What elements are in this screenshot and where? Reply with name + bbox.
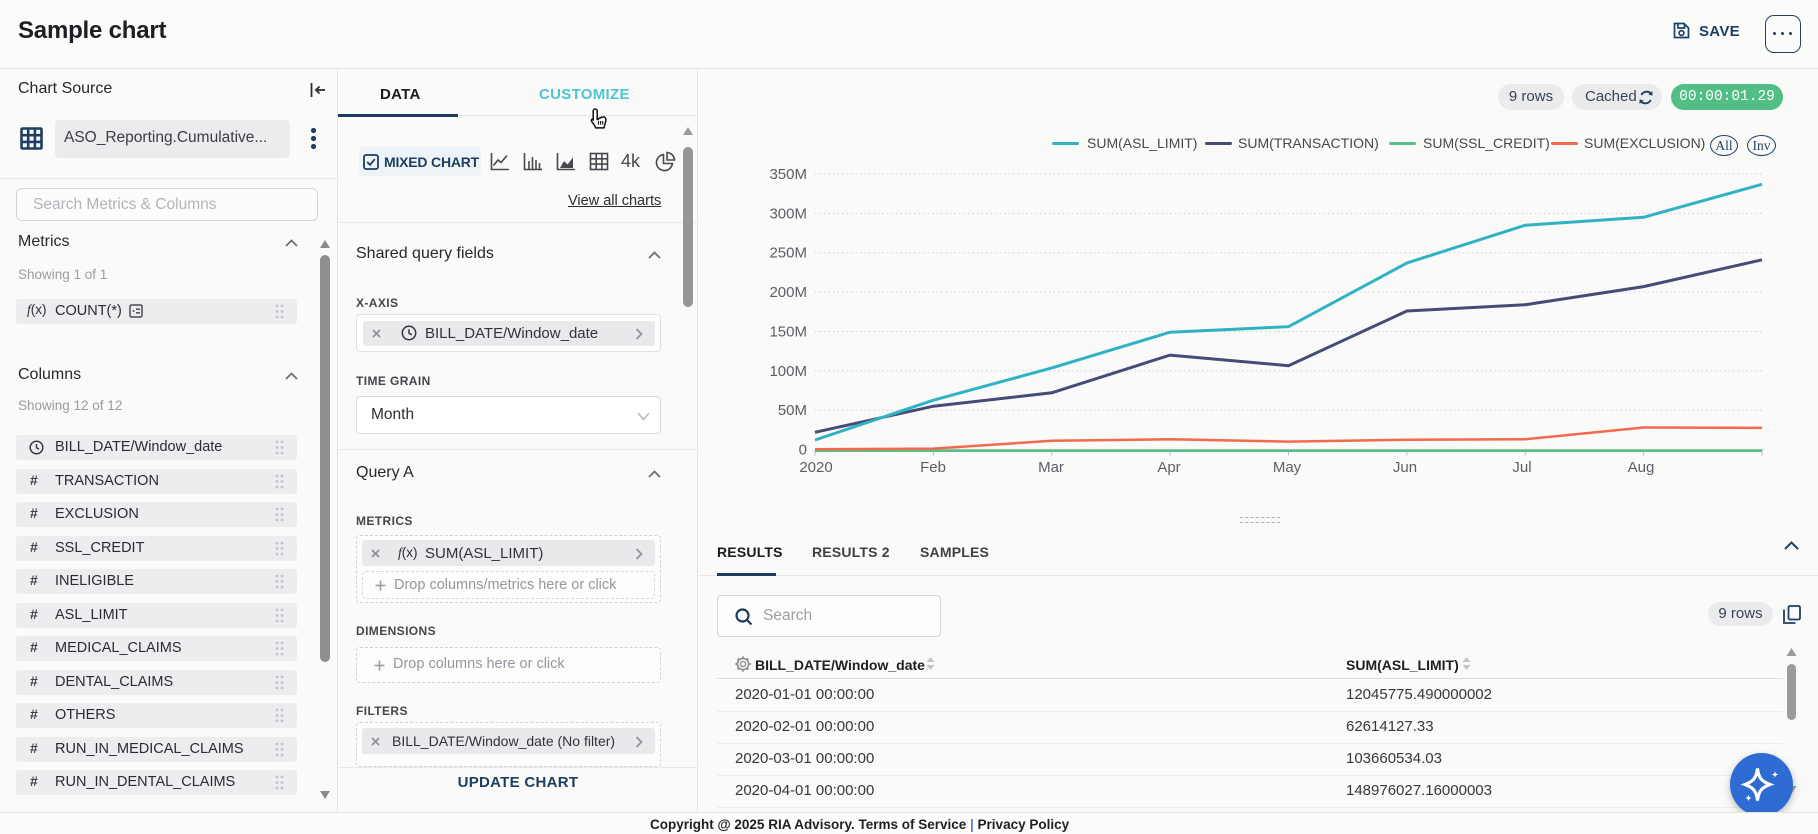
svg-text:300M: 300M xyxy=(769,205,807,222)
svg-text:Jul: Jul xyxy=(1512,459,1531,476)
svg-text:150M: 150M xyxy=(769,323,807,340)
svg-text:350M: 350M xyxy=(769,166,807,183)
svg-text:Jun: Jun xyxy=(1393,459,1417,476)
svg-text:200M: 200M xyxy=(769,284,807,301)
svg-text:Aug: Aug xyxy=(1628,459,1655,476)
svg-text:2020: 2020 xyxy=(799,459,832,476)
svg-text:250M: 250M xyxy=(769,245,807,262)
svg-text:Feb: Feb xyxy=(920,459,946,476)
svg-text:50M: 50M xyxy=(778,402,807,419)
svg-text:Apr: Apr xyxy=(1157,459,1180,476)
svg-text:Mar: Mar xyxy=(1038,459,1064,476)
svg-text:0: 0 xyxy=(799,442,807,459)
svg-text:May: May xyxy=(1273,459,1302,476)
svg-text:100M: 100M xyxy=(769,363,807,380)
